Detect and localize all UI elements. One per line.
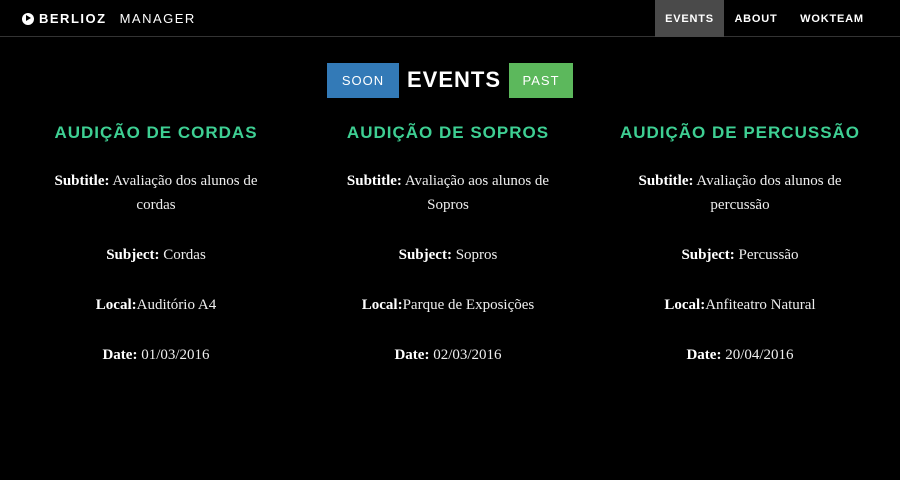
event-local: Local:Parque de Exposições [298,293,598,317]
subject-value: Cordas [159,247,206,263]
event-subtitle: Subtitle: Avaliação dos alunos de percus… [590,169,890,217]
event-subject: Subject: Percussão [590,243,890,267]
date-label: Date: [686,347,722,363]
subtitle-label: Subtitle: [638,173,694,189]
event-title: AUDIÇÃO DE SOPROS [346,123,550,142]
subject-label: Subject: [106,247,160,263]
subtitle-value: Avaliação dos alunos de percussão [693,173,842,213]
event-subject: Subject: Sopros [298,243,598,267]
brand-logo[interactable]: BERLIOZ MANAGER [22,0,196,37]
play-icon [22,12,34,25]
event-subtitle: Subtitle: Avaliação dos alunos de cordas [6,169,306,217]
event-title: AUDIÇÃO DE PERCUSSÃO [619,123,861,142]
subtitle-value: Avaliação dos alunos de cordas [109,173,258,213]
page-title: EVENTS [406,67,502,92]
navbar: BERLIOZ MANAGER EVENTS ABOUT WOKTEAM [0,0,900,37]
local-label: Local: [361,297,403,313]
subject-label: Subject: [398,247,452,263]
soon-button[interactable]: SOON [326,62,399,98]
subject-value: Sopros [451,247,498,263]
events-heading-row: SOON EVENTS PAST [0,62,900,98]
event-card-percussao: AUDIÇÃO DE PERCUSSÃO Subtitle: Avaliação… [590,118,890,363]
local-value: Parque de Exposições [402,297,535,313]
subtitle-label: Subtitle: [54,173,110,189]
nav-link-about[interactable]: ABOUT [724,0,788,37]
event-date: Date: 02/03/2016 [298,343,598,367]
subtitle-label: Subtitle: [346,173,402,189]
date-value: 20/04/2016 [721,347,794,363]
brand-name-light: MANAGER [119,11,196,26]
local-label: Local: [664,297,706,313]
date-value: 02/03/2016 [429,347,502,363]
local-value: Auditório A4 [136,297,217,313]
event-subtitle: Subtitle: Avaliação aos alunos de Sopros [298,169,598,217]
brand-name-bold: BERLIOZ [39,11,107,26]
subject-label: Subject: [681,247,735,263]
local-label: Local: [95,297,137,313]
event-subject: Subject: Cordas [6,243,306,267]
event-local: Local:Auditório A4 [6,293,306,317]
event-local: Local:Anfiteatro Natural [590,293,890,317]
past-button[interactable]: PAST [509,62,574,98]
date-label: Date: [102,347,138,363]
date-label: Date: [394,347,430,363]
local-value: Anfiteatro Natural [705,297,816,313]
nav-link-events[interactable]: EVENTS [655,0,724,37]
nav-link-wokteam[interactable]: WOKTEAM [788,0,876,37]
event-date: Date: 01/03/2016 [6,343,306,367]
event-card-sopros: AUDIÇÃO DE SOPROS Subtitle: Avaliação ao… [298,118,598,363]
subtitle-value: Avaliação aos alunos de Sopros [401,173,550,213]
event-title: AUDIÇÃO DE CORDAS [54,123,258,142]
date-value: 01/03/2016 [137,347,210,363]
event-date: Date: 20/04/2016 [590,343,890,367]
nav-links: EVENTS ABOUT WOKTEAM [655,0,876,37]
event-card-cordas: AUDIÇÃO DE CORDAS Subtitle: Avaliação do… [6,118,306,363]
subject-value: Percussão [734,247,799,263]
